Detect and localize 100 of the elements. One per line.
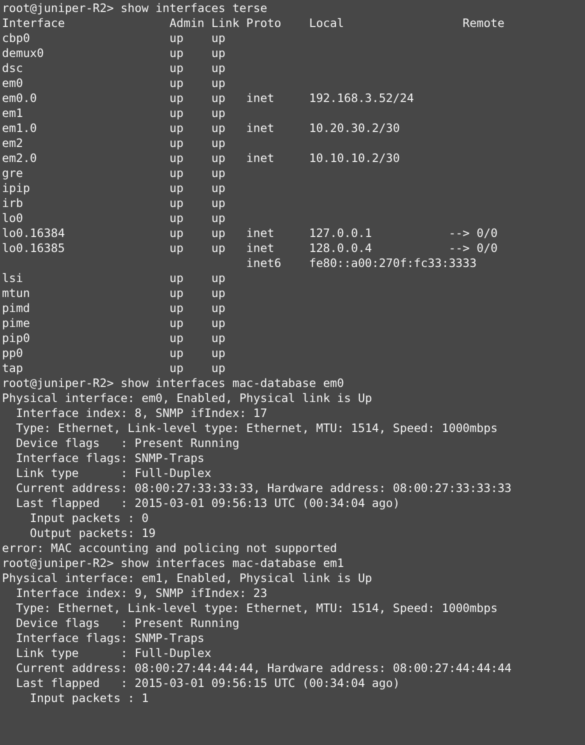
interface-name: dsc	[2, 61, 23, 76]
interface-name: mtun	[2, 286, 30, 301]
command-prompt: root@juniper-R2> show interfaces mac-database em0	[2, 376, 344, 391]
link-status: up	[211, 166, 226, 181]
interface-name: em2	[2, 136, 23, 151]
interface-name: em1.0	[2, 121, 37, 136]
column-header: Interface	[2, 16, 65, 31]
interface-name: tap	[2, 361, 23, 376]
link-status: up	[211, 136, 226, 151]
admin-status: up	[170, 121, 184, 136]
interface-name: lo0.16385	[2, 241, 65, 256]
output-line: Link type : Full-Duplex	[16, 466, 212, 481]
column-header: Local	[309, 16, 344, 31]
link-status: up	[211, 106, 226, 121]
output-line: Physical interface: em1, Enabled, Physical link is Up	[2, 571, 372, 586]
local-address: 10.10.10.2/30	[309, 151, 400, 166]
column-header: Link	[211, 16, 240, 31]
interface-name: lsi	[2, 271, 23, 286]
command-prompt: root@juniper-R2> show interfaces mac-database em1	[2, 556, 344, 571]
admin-status: up	[170, 46, 184, 61]
output-line: Last flapped : 2015-03-01 09:56:15 UTC (00:34:04 ago)	[16, 676, 400, 691]
admin-status: up	[170, 91, 184, 106]
output-line: Device flags : Present Running	[16, 616, 240, 631]
link-status: up	[211, 226, 226, 241]
admin-status: up	[170, 271, 184, 286]
link-status: up	[211, 196, 226, 211]
interface-name: em0.0	[2, 91, 37, 106]
link-status: up	[211, 61, 226, 76]
admin-status: up	[170, 346, 184, 361]
output-line: Current address: 08:00:27:44:44:44, Hardware address: 08:00:27:44:44:44	[16, 661, 512, 676]
admin-status: up	[170, 211, 184, 226]
link-status: up	[211, 181, 226, 196]
admin-status: up	[170, 106, 184, 121]
protocol: inet6	[246, 256, 282, 271]
interface-name: ipip	[2, 181, 30, 196]
column-header: Proto	[246, 16, 282, 31]
output-line: Type: Ethernet, Link-level type: Ethernet, MTU: 1514, Speed: 1000mbps	[16, 601, 498, 616]
local-address: 10.20.30.2/30	[309, 121, 400, 136]
local-address: 192.168.3.52/24	[309, 91, 414, 106]
admin-status: up	[170, 31, 184, 46]
admin-status: up	[170, 316, 184, 331]
link-status: up	[211, 346, 226, 361]
interface-name: lo0	[2, 211, 23, 226]
admin-status: up	[170, 181, 184, 196]
interface-name: em0	[2, 76, 23, 91]
link-status: up	[211, 46, 226, 61]
admin-status: up	[170, 226, 184, 241]
admin-status: up	[170, 361, 184, 376]
link-status: up	[211, 31, 226, 46]
output-line: Interface index: 8, SNMP ifIndex: 17	[16, 406, 268, 421]
admin-status: up	[170, 286, 184, 301]
admin-status: up	[170, 136, 184, 151]
interface-name: em1	[2, 106, 23, 121]
output-line: Type: Ethernet, Link-level type: Ethernet, MTU: 1514, Speed: 1000mbps	[16, 421, 498, 436]
admin-status: up	[170, 196, 184, 211]
interface-name: irb	[2, 196, 23, 211]
admin-status: up	[170, 151, 184, 166]
link-status: up	[211, 316, 226, 331]
column-header: Admin	[170, 16, 204, 31]
admin-status: up	[170, 61, 184, 76]
output-line: error: MAC accounting and policing not supported	[2, 541, 338, 556]
command-prompt: root@juniper-R2> show interfaces terse	[2, 1, 268, 16]
link-status: up	[211, 211, 226, 226]
admin-status: up	[170, 166, 184, 181]
output-line: Interface flags: SNMP-Traps	[16, 631, 204, 646]
output-line: Interface index: 9, SNMP ifIndex: 23	[16, 586, 268, 601]
interface-name: pp0	[2, 346, 23, 361]
interface-name: pip0	[2, 331, 30, 346]
output-line: Device flags : Present Running	[16, 436, 240, 451]
link-status: up	[211, 151, 226, 166]
link-status: up	[211, 301, 226, 316]
link-status: up	[211, 121, 226, 136]
local-address: 127.0.0.1	[309, 226, 372, 241]
output-line: Input packets : 1	[30, 691, 149, 706]
interface-name: pime	[2, 316, 30, 331]
link-status: up	[211, 271, 226, 286]
interface-name: em2.0	[2, 151, 37, 166]
output-line: Current address: 08:00:27:33:33:33, Hardware address: 08:00:27:33:33:33	[16, 481, 512, 496]
protocol: inet	[246, 226, 274, 241]
output-line: Output packets: 19	[30, 526, 156, 541]
link-status: up	[211, 286, 226, 301]
protocol: inet	[246, 91, 274, 106]
interface-name: gre	[2, 166, 23, 181]
link-status: up	[211, 91, 226, 106]
remote-address: --> 0/0	[448, 241, 498, 256]
protocol: inet	[246, 241, 274, 256]
link-status: up	[211, 241, 226, 256]
link-status: up	[211, 361, 226, 376]
output-line: Last flapped : 2015-03-01 09:56:13 UTC (00:34:04 ago)	[16, 496, 400, 511]
admin-status: up	[170, 301, 184, 316]
admin-status: up	[170, 241, 184, 256]
output-line: Input packets : 0	[30, 511, 149, 526]
interface-name: demux0	[2, 46, 44, 61]
link-status: up	[211, 76, 226, 91]
protocol: inet	[246, 121, 274, 136]
link-status: up	[211, 331, 226, 346]
interface-name: cbp0	[2, 31, 30, 46]
output-line: Physical interface: em0, Enabled, Physical link is Up	[2, 391, 372, 406]
local-address: fe80::a00:270f:fc33:3333	[309, 256, 477, 271]
interface-name: lo0.16384	[2, 226, 65, 241]
